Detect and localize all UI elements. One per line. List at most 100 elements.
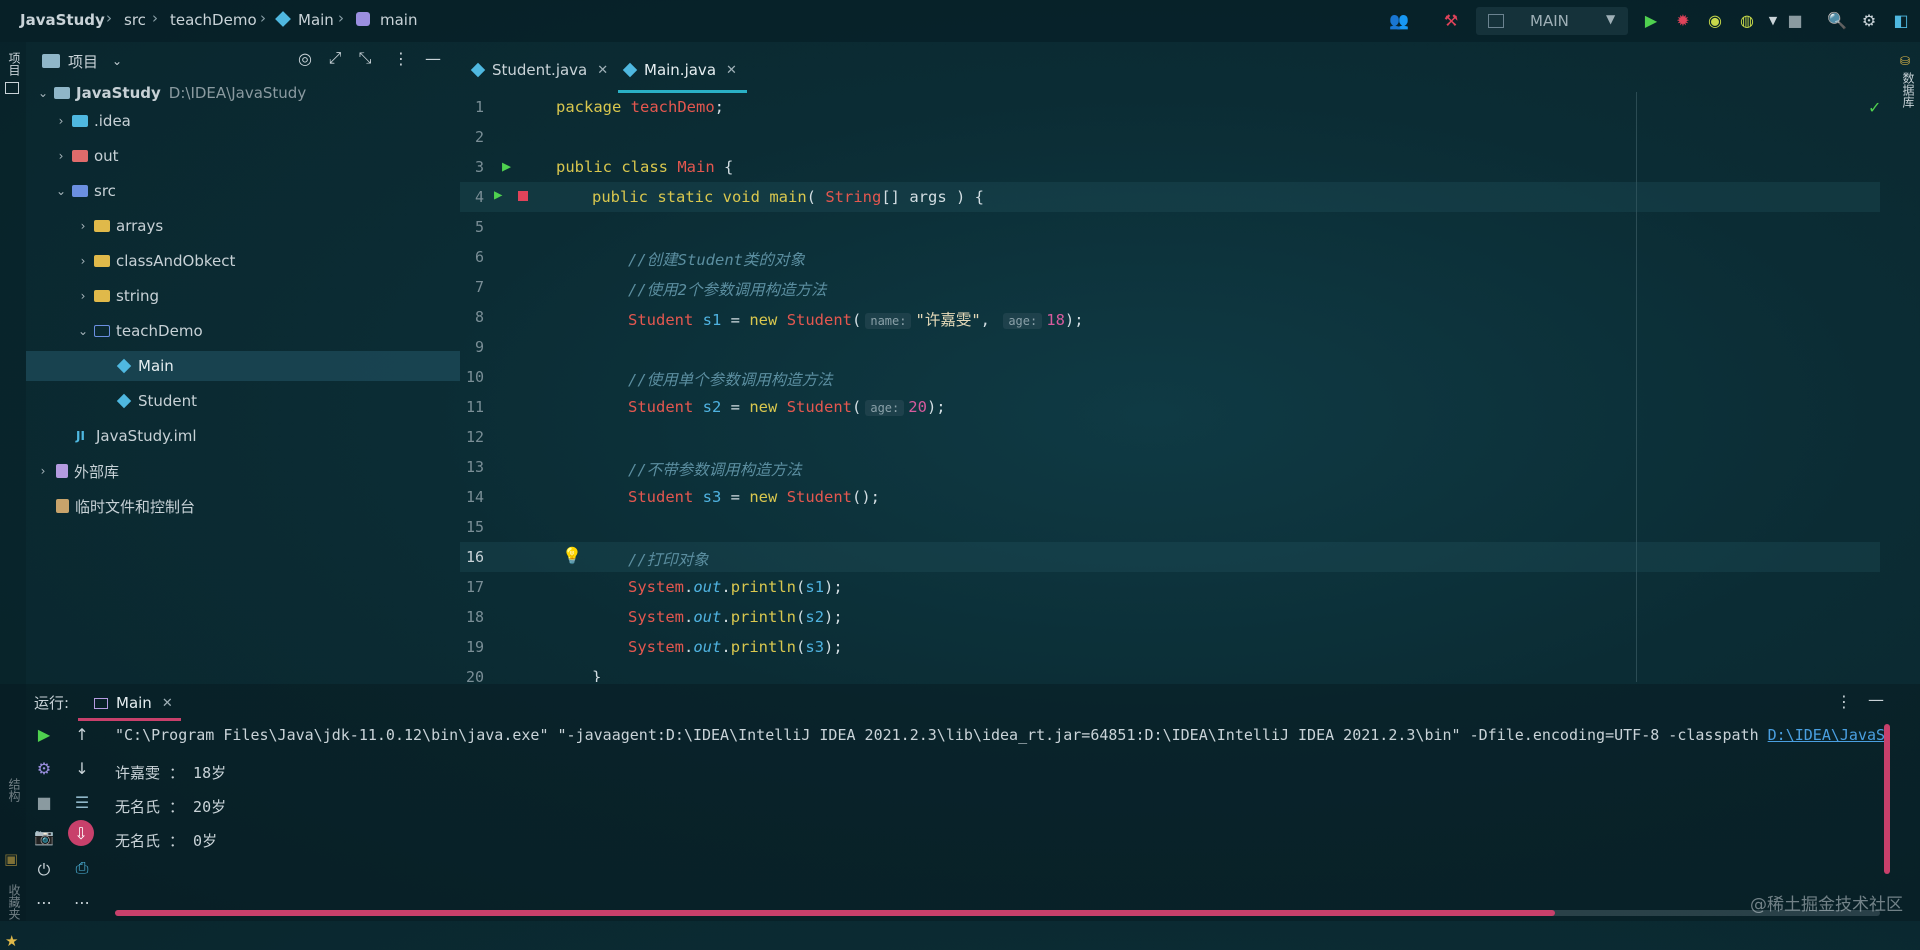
breadcrumb-package[interactable]: teachDemo bbox=[170, 11, 257, 29]
scroll-to-end-icon[interactable]: ⇩ bbox=[68, 820, 94, 846]
code-editor[interactable]: 1 package teachDemo; 2 3 ▶ public class … bbox=[460, 92, 1880, 682]
close-icon[interactable]: ✕ bbox=[726, 63, 737, 78]
run-gutter-icon[interactable]: ▶ bbox=[502, 157, 511, 175]
run-gutter-icon[interactable]: ▶ bbox=[494, 187, 502, 203]
settings-icon[interactable]: ⚙ bbox=[1858, 9, 1880, 31]
code-token: public static void bbox=[592, 188, 760, 206]
console-icon bbox=[94, 697, 108, 709]
project-tool-button[interactable]: 项目 bbox=[6, 52, 23, 76]
lightbulb-icon[interactable]: 💡 bbox=[562, 546, 582, 565]
tree-item-external-libraries[interactable]: › 外部库 bbox=[26, 456, 460, 486]
build-hammer-icon[interactable]: ⚒ bbox=[1440, 9, 1462, 31]
soft-wrap-icon[interactable]: ☰ bbox=[70, 790, 94, 814]
code-token: s2 bbox=[805, 608, 825, 626]
tree-item-src[interactable]: ⌄ src bbox=[26, 176, 460, 206]
code-token: teachDemo bbox=[630, 98, 715, 116]
breadcrumb-separator: › bbox=[260, 9, 266, 27]
close-icon[interactable]: ✕ bbox=[162, 696, 173, 711]
right-tool-strip: ⛁ 数据库 bbox=[1894, 42, 1920, 682]
run-tab-main[interactable]: Main ✕ bbox=[78, 688, 181, 721]
tree-item-main[interactable]: Main bbox=[26, 351, 460, 381]
tree-item-classandobkect[interactable]: › classAndObkect bbox=[26, 246, 460, 276]
plug-icon[interactable]: ⏻ bbox=[32, 858, 56, 882]
tree-item-label: 外部库 bbox=[74, 462, 120, 481]
more-icon[interactable]: ⋯ bbox=[32, 890, 56, 914]
classpath-link[interactable]: D:\IDEA\JavaS bbox=[1768, 726, 1885, 744]
chevron-down-icon[interactable]: ▼ bbox=[1762, 9, 1784, 31]
project-panel-header[interactable]: 项目 ⌄ bbox=[42, 48, 122, 74]
print-icon[interactable]: ⎙ bbox=[70, 856, 94, 880]
line-number: 12 bbox=[465, 428, 484, 446]
tree-item-label: Main bbox=[138, 357, 174, 375]
tab-student-java[interactable]: Student.java ✕ bbox=[470, 50, 608, 90]
code-token: out bbox=[693, 638, 722, 656]
line-number: 8 bbox=[474, 308, 484, 326]
tree-item-javastudy[interactable]: ⌄ JavaStudy D:\IDEA\JavaStudy bbox=[26, 78, 460, 108]
tree-item-label: out bbox=[94, 147, 119, 165]
more-options-icon[interactable]: ⋮ bbox=[1836, 692, 1852, 711]
code-line: 18 System.out.println(s2); bbox=[460, 602, 1880, 632]
more-options-icon[interactable]: ⋮ bbox=[390, 47, 412, 69]
run-icon[interactable]: ▶ bbox=[1640, 9, 1662, 31]
code-token: println bbox=[730, 638, 797, 656]
arrow-down-icon[interactable]: ↓ bbox=[70, 756, 94, 780]
debug-icon[interactable]: ✹ bbox=[1672, 9, 1694, 31]
plugin-logo-icon[interactable]: ◧ bbox=[1890, 9, 1912, 31]
expand-all-icon[interactable]: ⤢ bbox=[324, 47, 346, 69]
scrollbar-thumb[interactable] bbox=[115, 910, 1555, 916]
code-token: String bbox=[825, 188, 882, 206]
vertical-scrollbar-thumb[interactable] bbox=[1884, 724, 1890, 874]
tree-item-javastudy-iml[interactable]: JI JavaStudy.iml bbox=[26, 421, 460, 451]
run-config-select[interactable]: MAIN ▼ bbox=[1476, 7, 1628, 35]
close-icon[interactable]: ✕ bbox=[597, 63, 608, 78]
line-number: 3 bbox=[474, 158, 484, 176]
console-command-line: "C:\Program Files\Java\jdk-11.0.12\bin\j… bbox=[115, 726, 1885, 744]
chevron-down-icon: ▼ bbox=[1606, 12, 1616, 26]
line-number: 7 bbox=[474, 278, 484, 296]
code-token: s2 bbox=[702, 398, 722, 416]
database-tool-button[interactable]: 数据库 bbox=[1900, 72, 1917, 108]
profile-icon[interactable]: ◍ bbox=[1736, 9, 1758, 31]
breadcrumb-project[interactable]: JavaStudy bbox=[20, 11, 105, 29]
search-icon[interactable]: 🔍 bbox=[1826, 9, 1848, 31]
user-icon[interactable]: 👥 bbox=[1388, 9, 1410, 31]
tree-item-student[interactable]: Student bbox=[26, 386, 460, 416]
more-icon[interactable]: ⋯ bbox=[70, 890, 94, 914]
tree-item-teachdemo[interactable]: ⌄ teachDemo bbox=[26, 316, 460, 346]
rerun-icon[interactable]: ▶ bbox=[32, 722, 56, 746]
breadcrumb-method[interactable]: main bbox=[380, 11, 417, 29]
camera-icon[interactable]: 📷 bbox=[32, 824, 56, 848]
hide-panel-icon[interactable]: — bbox=[1868, 690, 1884, 709]
tab-main-java[interactable]: Main.java ✕ bbox=[618, 50, 747, 93]
stop-icon[interactable]: ■ bbox=[32, 790, 56, 814]
config-icon bbox=[1488, 14, 1504, 28]
arrow-up-icon[interactable]: ↑ bbox=[70, 722, 94, 746]
tree-item-scratches[interactable]: 临时文件和控制台 bbox=[26, 491, 460, 521]
tree-item-out[interactable]: › out bbox=[26, 141, 460, 171]
project-tool-icon[interactable] bbox=[5, 82, 19, 94]
parameter-hint: age: bbox=[865, 400, 905, 416]
locate-file-icon[interactable]: ◎ bbox=[294, 47, 316, 69]
project-panel-title: 项目 bbox=[68, 52, 99, 71]
java-class-icon bbox=[116, 393, 132, 409]
hide-panel-icon[interactable]: — bbox=[422, 47, 444, 69]
tree-item-label: teachDemo bbox=[116, 322, 203, 340]
tree-item-arrays[interactable]: › arrays bbox=[26, 211, 460, 241]
collapse-all-icon[interactable]: ⤡ bbox=[354, 47, 376, 69]
settings-icon[interactable]: ⚙ bbox=[32, 756, 56, 780]
code-token: println bbox=[730, 578, 797, 596]
tree-item-label: classAndObkect bbox=[116, 252, 236, 270]
tree-item-string[interactable]: › string bbox=[26, 281, 460, 311]
stop-icon[interactable]: ■ bbox=[1784, 9, 1806, 31]
line-number: 9 bbox=[474, 338, 484, 356]
code-line: 6 //创建Student类的对象 bbox=[460, 242, 1880, 272]
code-token: s3 bbox=[702, 488, 722, 506]
breadcrumb-separator: › bbox=[338, 9, 344, 27]
tree-item-idea[interactable]: › .idea bbox=[26, 106, 460, 136]
breakpoint-icon[interactable] bbox=[518, 191, 528, 201]
horizontal-scrollbar[interactable] bbox=[115, 910, 1880, 916]
coverage-icon[interactable]: ◉ bbox=[1704, 9, 1726, 31]
breadcrumb-class[interactable]: Main bbox=[298, 11, 334, 29]
breadcrumb-src[interactable]: src bbox=[124, 11, 146, 29]
console-output-line: 无名氏 ： 0岁 bbox=[115, 832, 218, 850]
